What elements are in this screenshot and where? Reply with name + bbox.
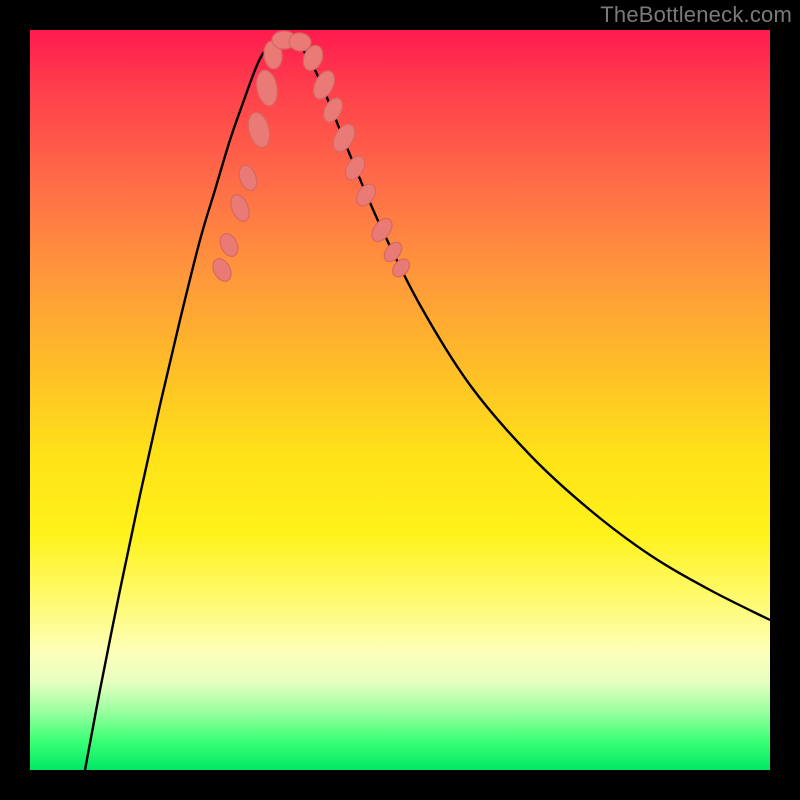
data-marker: [217, 231, 242, 260]
data-marker: [227, 192, 252, 224]
plot-area: [30, 30, 770, 770]
data-marker: [209, 256, 234, 285]
data-marker: [309, 68, 338, 103]
data-marker: [329, 121, 360, 156]
chart-frame: TheBottleneck.com: [0, 0, 800, 800]
watermark-text: TheBottleneck.com: [600, 2, 792, 28]
data-marker: [245, 110, 273, 150]
data-marker: [368, 215, 396, 245]
data-marker: [320, 95, 346, 125]
data-marker: [254, 69, 280, 108]
data-marker: [353, 181, 380, 210]
data-marker: [341, 153, 368, 184]
bottleneck-curve: [30, 30, 770, 770]
bottleneck-line: [85, 37, 770, 770]
data-marker: [236, 163, 260, 193]
